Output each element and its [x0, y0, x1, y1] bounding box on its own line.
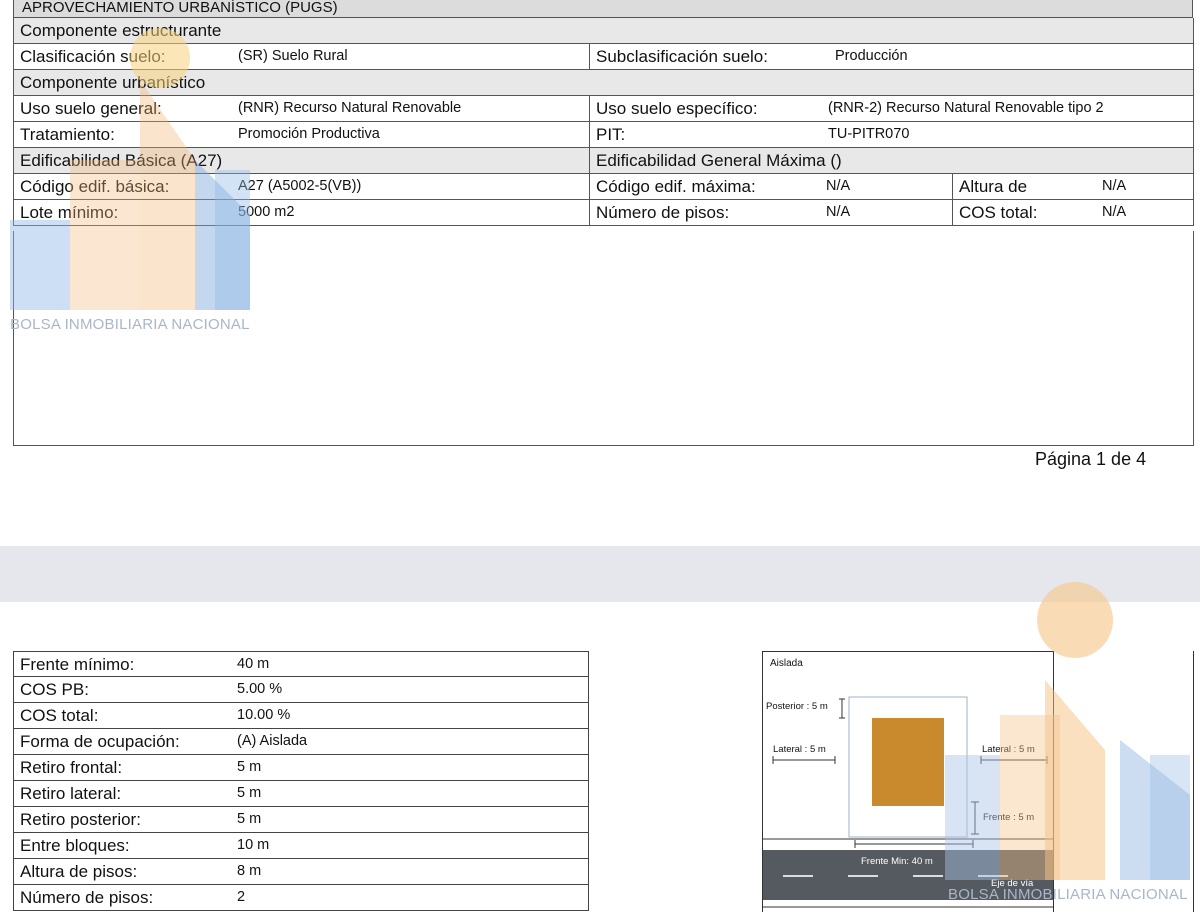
subclasificacion-value: Producción	[835, 48, 908, 64]
table-row: COS PB: 5.00 %	[13, 677, 589, 703]
row-label: Forma de ocupación:	[20, 732, 180, 751]
watermark-text: BOLSA INMOBILIARIA NACIONAL	[10, 316, 250, 333]
cos-total-label: COS total:	[959, 203, 1038, 222]
row-value: 8 m	[237, 863, 262, 879]
diagram-title: Aislada	[770, 658, 803, 669]
bin-logo-watermark	[945, 582, 1190, 880]
column-divider	[589, 148, 590, 173]
column-divider	[589, 122, 590, 147]
column-divider	[589, 96, 590, 121]
table-row: Retiro posterior: 5 m	[13, 807, 589, 833]
subclasificacion-label: Subclasificación suelo:	[596, 47, 768, 66]
row-label: Retiro frontal:	[20, 758, 123, 777]
uso-general-value: (RNR) Recurso Natural Renovable	[238, 100, 462, 116]
frente-min-label: Frente Min: 40 m	[861, 856, 933, 867]
num-pisos-value: N/A	[826, 204, 851, 220]
row-value: 5 m	[237, 759, 262, 775]
table-row: Frente mínimo: 40 m	[13, 651, 589, 677]
codigo-maxima-label: Código edif. máxima:	[596, 177, 756, 196]
row-value: 40 m	[237, 656, 270, 672]
column-divider	[952, 200, 953, 225]
column-divider	[589, 44, 590, 69]
row-label: Número de pisos:	[20, 888, 154, 907]
table-row: Número de pisos: 2	[13, 885, 589, 911]
row-value: 10.00 %	[237, 707, 291, 723]
row-label: Retiro lateral:	[20, 784, 122, 803]
uso-especifico-value: (RNR-2) Recurso Natural Renovable tipo 2	[828, 100, 1104, 116]
table-row: Altura de pisos: 8 m	[13, 859, 589, 885]
table-row: Retiro frontal: 5 m	[13, 755, 589, 781]
building-footprint	[872, 718, 944, 806]
uso-especifico-label: Uso suelo específico:	[596, 99, 758, 118]
row-value: 5.00 %	[237, 681, 283, 697]
row-label: COS total:	[20, 706, 99, 725]
watermark-text: BOLSA INMOBILIARIA NACIONAL	[948, 886, 1188, 903]
edif-maxima-header: Edificabilidad General Máxima ()	[596, 151, 842, 170]
column-divider	[589, 200, 590, 225]
cos-total-value: N/A	[1102, 204, 1127, 220]
page-number: Página 1 de 4	[1035, 449, 1147, 469]
row-label: Retiro posterior:	[20, 810, 141, 829]
pit-label: PIT:	[596, 125, 626, 144]
row-value: 10 m	[237, 837, 270, 853]
lateral-left-label: Lateral : 5 m	[773, 744, 826, 755]
altura-label: Altura de	[959, 177, 1028, 196]
num-pisos-label: Número de pisos:	[596, 203, 730, 222]
bin-logo-watermark	[10, 28, 250, 310]
altura-value: N/A	[1102, 178, 1127, 194]
column-divider	[952, 174, 953, 199]
table-row: Entre bloques: 10 m	[13, 833, 589, 859]
row-label: Entre bloques:	[20, 836, 130, 855]
row-label: Altura de pisos:	[20, 862, 138, 881]
row-label: COS PB:	[20, 680, 89, 699]
row-value: 5 m	[237, 811, 262, 827]
row-value: (A) Aislada	[237, 733, 308, 749]
column-divider	[589, 174, 590, 199]
row-value: 5 m	[237, 785, 262, 801]
table-row: Forma de ocupación: (A) Aislada	[13, 729, 589, 755]
table-row: Retiro lateral: 5 m	[13, 781, 589, 807]
row-value: 2	[237, 889, 246, 905]
row-label: Frente mínimo:	[20, 655, 135, 674]
table-row: COS total: 10.00 %	[13, 703, 589, 729]
pit-value: TU-PITR070	[828, 126, 910, 142]
codigo-maxima-value: N/A	[826, 178, 851, 194]
posterior-label: Posterior : 5 m	[766, 701, 828, 712]
